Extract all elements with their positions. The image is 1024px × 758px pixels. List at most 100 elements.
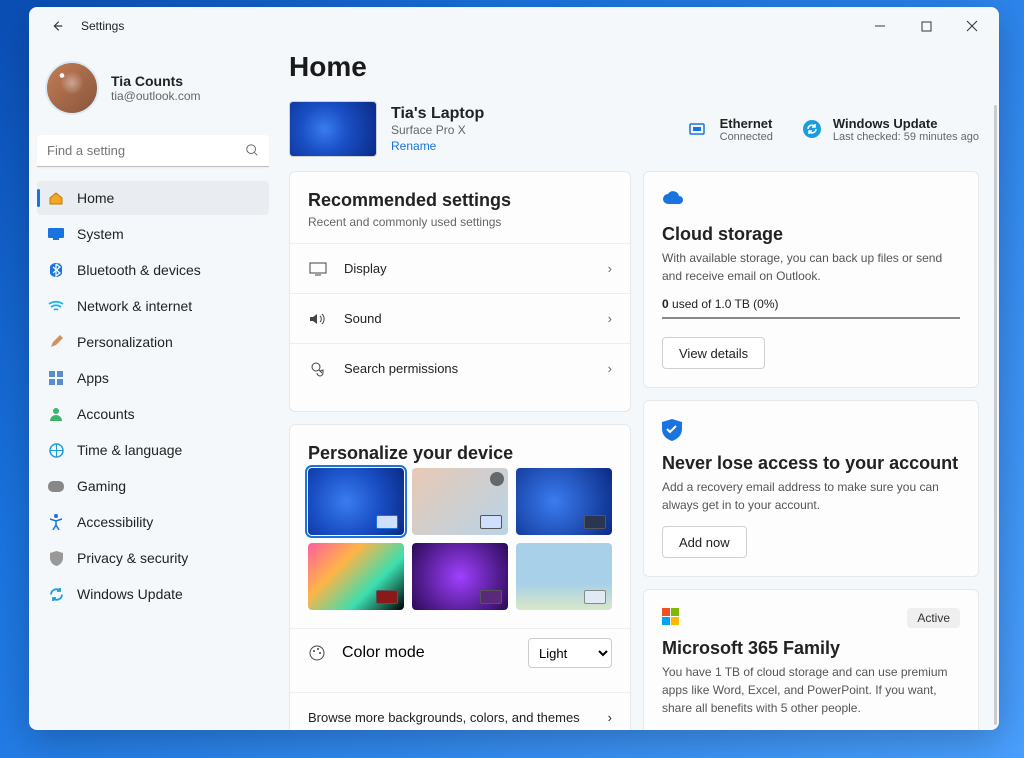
theme-option-4[interactable] bbox=[308, 543, 404, 610]
maximize-icon bbox=[921, 21, 932, 32]
chevron-right-icon: › bbox=[608, 311, 612, 326]
personalize-title: Personalize your device bbox=[308, 443, 612, 464]
palette-icon bbox=[308, 644, 326, 662]
nav-privacy[interactable]: Privacy & security bbox=[37, 541, 269, 575]
profile-name: Tia Counts bbox=[111, 73, 201, 89]
search-box[interactable] bbox=[37, 135, 269, 167]
chevron-right-icon: › bbox=[608, 261, 612, 276]
nav-network[interactable]: Network & internet bbox=[37, 289, 269, 323]
nav-bluetooth[interactable]: Bluetooth & devices bbox=[37, 253, 269, 287]
theme-option-3[interactable] bbox=[516, 468, 612, 535]
close-icon bbox=[966, 20, 978, 32]
browse-row[interactable]: Browse more backgrounds, colors, and the… bbox=[290, 692, 630, 730]
m365-body: You have 1 TB of cloud storage and can u… bbox=[662, 663, 960, 717]
recommended-sub: Recent and commonly used settings bbox=[308, 215, 612, 229]
row-search-perm[interactable]: Search permissions › bbox=[290, 343, 630, 393]
storage-bar bbox=[662, 317, 960, 319]
maximize-button[interactable] bbox=[903, 10, 949, 42]
recovery-body: Add a recovery email address to make sur… bbox=[662, 478, 960, 514]
nav-list: Home System Bluetooth & devices Network … bbox=[37, 181, 269, 611]
nav-accounts[interactable]: Accounts bbox=[37, 397, 269, 431]
sidebar: Tia Counts tia@outlook.com Home System B… bbox=[29, 45, 277, 730]
m365-card: Active Microsoft 365 Family You have 1 T… bbox=[643, 589, 979, 730]
gamepad-icon bbox=[47, 477, 65, 495]
arrow-left-icon bbox=[50, 19, 64, 33]
recovery-title: Never lose access to your account bbox=[662, 453, 960, 474]
chevron-right-icon: › bbox=[608, 710, 612, 725]
nav-accessibility[interactable]: Accessibility bbox=[37, 505, 269, 539]
row-display[interactable]: Display › bbox=[290, 243, 630, 293]
nav-personalization[interactable]: Personalization bbox=[37, 325, 269, 359]
globe-clock-icon bbox=[47, 441, 65, 459]
apps-icon bbox=[47, 369, 65, 387]
nav-apps[interactable]: Apps bbox=[37, 361, 269, 395]
sync-icon bbox=[801, 118, 823, 140]
search-input[interactable] bbox=[37, 135, 269, 167]
avatar bbox=[45, 61, 99, 115]
back-button[interactable] bbox=[41, 10, 73, 42]
recommended-title: Recommended settings bbox=[308, 190, 612, 211]
home-icon bbox=[47, 189, 65, 207]
settings-window: Settings Tia Counts tia@outlook.com Home… bbox=[29, 7, 999, 730]
microsoft-logo-icon bbox=[662, 608, 679, 625]
monitor-icon bbox=[47, 225, 65, 243]
profile-block[interactable]: Tia Counts tia@outlook.com bbox=[37, 53, 269, 131]
bluetooth-icon bbox=[47, 261, 65, 279]
nav-home[interactable]: Home bbox=[37, 181, 269, 215]
cloud-icon bbox=[662, 190, 684, 212]
close-button[interactable] bbox=[949, 10, 995, 42]
content-area: Home Tia's Laptop Surface Pro X Rename E… bbox=[277, 45, 999, 730]
contrast-icon bbox=[490, 472, 504, 486]
status-chip: Active bbox=[907, 608, 960, 628]
recovery-card: Never lose access to your account Add a … bbox=[643, 400, 979, 577]
nav-gaming[interactable]: Gaming bbox=[37, 469, 269, 503]
color-mode-label: Color mode bbox=[342, 644, 512, 662]
view-details-button[interactable]: View details bbox=[662, 337, 765, 369]
rename-link[interactable]: Rename bbox=[391, 139, 484, 153]
device-row: Tia's Laptop Surface Pro X Rename Ethern… bbox=[289, 101, 979, 157]
recommended-card: Recommended settings Recent and commonly… bbox=[289, 171, 631, 412]
row-sound[interactable]: Sound › bbox=[290, 293, 630, 343]
accessibility-icon bbox=[47, 513, 65, 531]
titlebar: Settings bbox=[29, 7, 999, 45]
device-model: Surface Pro X bbox=[391, 123, 484, 137]
theme-option-6[interactable] bbox=[516, 543, 612, 610]
app-title: Settings bbox=[81, 19, 124, 33]
nav-update[interactable]: Windows Update bbox=[37, 577, 269, 611]
person-icon bbox=[47, 405, 65, 423]
cloud-storage-card: Cloud storage With available storage, yo… bbox=[643, 171, 979, 388]
minimize-button[interactable] bbox=[857, 10, 903, 42]
color-mode-row: Color mode Light bbox=[290, 628, 630, 678]
theme-option-2[interactable] bbox=[412, 468, 508, 535]
cloud-body: With available storage, you can back up … bbox=[662, 249, 960, 285]
cloud-title: Cloud storage bbox=[662, 224, 960, 245]
theme-grid bbox=[308, 468, 612, 610]
device-thumbnail bbox=[289, 101, 377, 157]
nav-time[interactable]: Time & language bbox=[37, 433, 269, 467]
network-status[interactable]: EthernetConnected bbox=[688, 116, 773, 143]
page-title: Home bbox=[289, 45, 979, 101]
chevron-right-icon: › bbox=[608, 361, 612, 376]
wifi-icon bbox=[47, 297, 65, 315]
shield-icon bbox=[47, 549, 65, 567]
update-icon bbox=[47, 585, 65, 603]
storage-text: 0 used of 1.0 TB (0%) bbox=[662, 297, 960, 311]
personalize-card: Personalize your device Color mode bbox=[289, 424, 631, 730]
sound-icon bbox=[308, 312, 328, 326]
shield-check-icon bbox=[662, 419, 684, 441]
brush-icon bbox=[47, 333, 65, 351]
profile-email: tia@outlook.com bbox=[111, 89, 201, 103]
scrollbar[interactable] bbox=[994, 105, 997, 725]
color-mode-select[interactable]: Light bbox=[528, 638, 612, 668]
display-icon bbox=[308, 262, 328, 276]
search-icon bbox=[245, 143, 259, 157]
theme-option-1[interactable] bbox=[308, 468, 404, 535]
search-shield-icon bbox=[308, 361, 328, 377]
add-now-button[interactable]: Add now bbox=[662, 526, 747, 558]
nav-system[interactable]: System bbox=[37, 217, 269, 251]
minimize-icon bbox=[874, 20, 886, 32]
update-status[interactable]: Windows UpdateLast checked: 59 minutes a… bbox=[801, 116, 979, 143]
m365-title: Microsoft 365 Family bbox=[662, 638, 960, 659]
ethernet-icon bbox=[688, 118, 710, 140]
theme-option-5[interactable] bbox=[412, 543, 508, 610]
